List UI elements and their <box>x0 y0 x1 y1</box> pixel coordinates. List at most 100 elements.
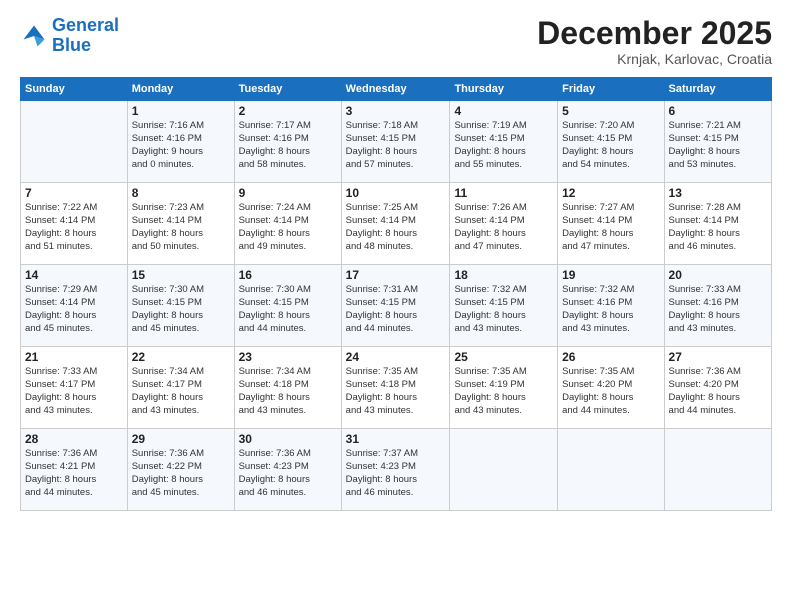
calendar-cell: 13 Sunrise: 7:28 AM Sunset: 4:14 PM Dayli… <box>664 183 771 265</box>
day-info: Sunrise: 7:34 AM Sunset: 4:18 PM Dayligh… <box>239 366 337 417</box>
day-info: Sunrise: 7:21 AM Sunset: 4:15 PM Dayligh… <box>669 120 767 171</box>
weekday-header-row: SundayMondayTuesdayWednesdayThursdayFrid… <box>21 78 772 101</box>
calendar-cell: 19Sunrise: 7:32 AM Sunset: 4:16 PM Dayli… <box>558 265 664 347</box>
day-info: Sunrise: 7:29 AM Sunset: 4:14 PM Dayligh… <box>25 284 123 335</box>
calendar-cell: 21 Sunrise: 7:33 AM Sunset: 4:17 PM Dayli… <box>21 347 128 429</box>
day-number: 2 <box>239 104 337 118</box>
day-info: Sunrise: 7:33 AM Sunset: 4:17 PM Dayligh… <box>25 366 123 417</box>
day-info: Sunrise: 7:22 AM Sunset: 4:14 PM Dayligh… <box>25 202 123 253</box>
day-number: 20 <box>669 268 767 282</box>
weekday-header: Saturday <box>664 78 771 101</box>
calendar-cell: 31Sunrise: 7:37 AM Sunset: 4:23 PM Dayli… <box>341 429 450 511</box>
day-number: 27 <box>669 350 767 364</box>
calendar-week-row: 21 Sunrise: 7:33 AM Sunset: 4:17 PM Dayli… <box>21 347 772 429</box>
calendar-cell <box>558 429 664 511</box>
weekday-header: Friday <box>558 78 664 101</box>
day-number: 8 <box>132 186 230 200</box>
calendar-week-row: 14 Sunrise: 7:29 AM Sunset: 4:14 PM Dayli… <box>21 265 772 347</box>
day-number: 15 <box>132 268 230 282</box>
day-info: Sunrise: 7:18 AM Sunset: 4:15 PM Dayligh… <box>346 120 446 171</box>
logo-general: General <box>52 15 119 35</box>
day-info: Sunrise: 7:20 AM Sunset: 4:15 PM Dayligh… <box>562 120 659 171</box>
day-number: 24 <box>346 350 446 364</box>
day-number: 18 <box>454 268 553 282</box>
calendar-cell: 2 Sunrise: 7:17 AM Sunset: 4:16 PM Daylig… <box>234 101 341 183</box>
calendar-cell <box>21 101 128 183</box>
calendar-cell <box>450 429 558 511</box>
day-number: 9 <box>239 186 337 200</box>
day-info: Sunrise: 7:25 AM Sunset: 4:14 PM Dayligh… <box>346 202 446 253</box>
calendar-week-row: 1 Sunrise: 7:16 AM Sunset: 4:16 PM Daylig… <box>21 101 772 183</box>
day-number: 13 <box>669 186 767 200</box>
day-number: 12 <box>562 186 659 200</box>
calendar-cell: 17 Sunrise: 7:31 AM Sunset: 4:15 PM Dayli… <box>341 265 450 347</box>
day-number: 31 <box>346 432 446 446</box>
calendar-cell: 7 Sunrise: 7:22 AM Sunset: 4:14 PM Daylig… <box>21 183 128 265</box>
day-info: Sunrise: 7:26 AM Sunset: 4:14 PM Dayligh… <box>454 202 553 253</box>
calendar-week-row: 7 Sunrise: 7:22 AM Sunset: 4:14 PM Daylig… <box>21 183 772 265</box>
day-info: Sunrise: 7:36 AM Sunset: 4:22 PM Dayligh… <box>132 448 230 499</box>
day-number: 21 <box>25 350 123 364</box>
location: Krnjak, Karlovac, Croatia <box>537 51 772 67</box>
month-year: December 2025 <box>537 16 772 51</box>
logo: General Blue <box>20 16 119 56</box>
calendar-cell: 10 Sunrise: 7:25 AM Sunset: 4:14 PM Dayli… <box>341 183 450 265</box>
day-info: Sunrise: 7:35 AM Sunset: 4:19 PM Dayligh… <box>454 366 553 417</box>
calendar-cell: 5 Sunrise: 7:20 AM Sunset: 4:15 PM Daylig… <box>558 101 664 183</box>
day-info: Sunrise: 7:35 AM Sunset: 4:18 PM Dayligh… <box>346 366 446 417</box>
day-info: Sunrise: 7:36 AM Sunset: 4:20 PM Dayligh… <box>669 366 767 417</box>
logo-text: General Blue <box>52 16 119 56</box>
day-number: 30 <box>239 432 337 446</box>
day-number: 26 <box>562 350 659 364</box>
calendar-cell: 29Sunrise: 7:36 AM Sunset: 4:22 PM Dayli… <box>127 429 234 511</box>
day-number: 22 <box>132 350 230 364</box>
day-info: Sunrise: 7:19 AM Sunset: 4:15 PM Dayligh… <box>454 120 553 171</box>
day-number: 7 <box>25 186 123 200</box>
calendar-cell: 12 Sunrise: 7:27 AM Sunset: 4:14 PM Dayli… <box>558 183 664 265</box>
day-number: 1 <box>132 104 230 118</box>
calendar-table: SundayMondayTuesdayWednesdayThursdayFrid… <box>20 77 772 511</box>
weekday-header: Thursday <box>450 78 558 101</box>
calendar-cell: 16Sunrise: 7:30 AM Sunset: 4:15 PM Dayli… <box>234 265 341 347</box>
day-number: 28 <box>25 432 123 446</box>
title-block: December 2025 Krnjak, Karlovac, Croatia <box>537 16 772 67</box>
day-info: Sunrise: 7:34 AM Sunset: 4:17 PM Dayligh… <box>132 366 230 417</box>
day-info: Sunrise: 7:28 AM Sunset: 4:14 PM Dayligh… <box>669 202 767 253</box>
weekday-header: Wednesday <box>341 78 450 101</box>
day-number: 19 <box>562 268 659 282</box>
calendar-cell: 25 Sunrise: 7:35 AM Sunset: 4:19 PM Dayli… <box>450 347 558 429</box>
day-number: 5 <box>562 104 659 118</box>
day-info: Sunrise: 7:35 AM Sunset: 4:20 PM Dayligh… <box>562 366 659 417</box>
day-number: 14 <box>25 268 123 282</box>
calendar-cell: 28Sunrise: 7:36 AM Sunset: 4:21 PM Dayli… <box>21 429 128 511</box>
day-info: Sunrise: 7:17 AM Sunset: 4:16 PM Dayligh… <box>239 120 337 171</box>
calendar-cell: 1 Sunrise: 7:16 AM Sunset: 4:16 PM Daylig… <box>127 101 234 183</box>
calendar-cell: 15Sunrise: 7:30 AM Sunset: 4:15 PM Dayli… <box>127 265 234 347</box>
calendar-cell: 30Sunrise: 7:36 AM Sunset: 4:23 PM Dayli… <box>234 429 341 511</box>
calendar-cell: 6Sunrise: 7:21 AM Sunset: 4:15 PM Daylig… <box>664 101 771 183</box>
calendar-cell: 14 Sunrise: 7:29 AM Sunset: 4:14 PM Dayli… <box>21 265 128 347</box>
weekday-header: Monday <box>127 78 234 101</box>
calendar-cell: 4Sunrise: 7:19 AM Sunset: 4:15 PM Daylig… <box>450 101 558 183</box>
calendar-week-row: 28Sunrise: 7:36 AM Sunset: 4:21 PM Dayli… <box>21 429 772 511</box>
day-info: Sunrise: 7:33 AM Sunset: 4:16 PM Dayligh… <box>669 284 767 335</box>
calendar-cell: 23Sunrise: 7:34 AM Sunset: 4:18 PM Dayli… <box>234 347 341 429</box>
day-info: Sunrise: 7:30 AM Sunset: 4:15 PM Dayligh… <box>239 284 337 335</box>
day-info: Sunrise: 7:31 AM Sunset: 4:15 PM Dayligh… <box>346 284 446 335</box>
day-number: 10 <box>346 186 446 200</box>
calendar-cell: 22 Sunrise: 7:34 AM Sunset: 4:17 PM Dayli… <box>127 347 234 429</box>
logo-icon <box>20 22 48 50</box>
calendar-cell: 20 Sunrise: 7:33 AM Sunset: 4:16 PM Dayli… <box>664 265 771 347</box>
calendar-cell: 9Sunrise: 7:24 AM Sunset: 4:14 PM Daylig… <box>234 183 341 265</box>
logo-blue: Blue <box>52 35 91 55</box>
day-number: 11 <box>454 186 553 200</box>
day-number: 17 <box>346 268 446 282</box>
page-container: General Blue December 2025 Krnjak, Karlo… <box>0 0 792 612</box>
calendar-cell: 11 Sunrise: 7:26 AM Sunset: 4:14 PM Dayli… <box>450 183 558 265</box>
calendar-cell <box>664 429 771 511</box>
weekday-header: Sunday <box>21 78 128 101</box>
day-number: 25 <box>454 350 553 364</box>
day-info: Sunrise: 7:27 AM Sunset: 4:14 PM Dayligh… <box>562 202 659 253</box>
day-info: Sunrise: 7:16 AM Sunset: 4:16 PM Dayligh… <box>132 120 230 171</box>
calendar-cell: 18Sunrise: 7:32 AM Sunset: 4:15 PM Dayli… <box>450 265 558 347</box>
